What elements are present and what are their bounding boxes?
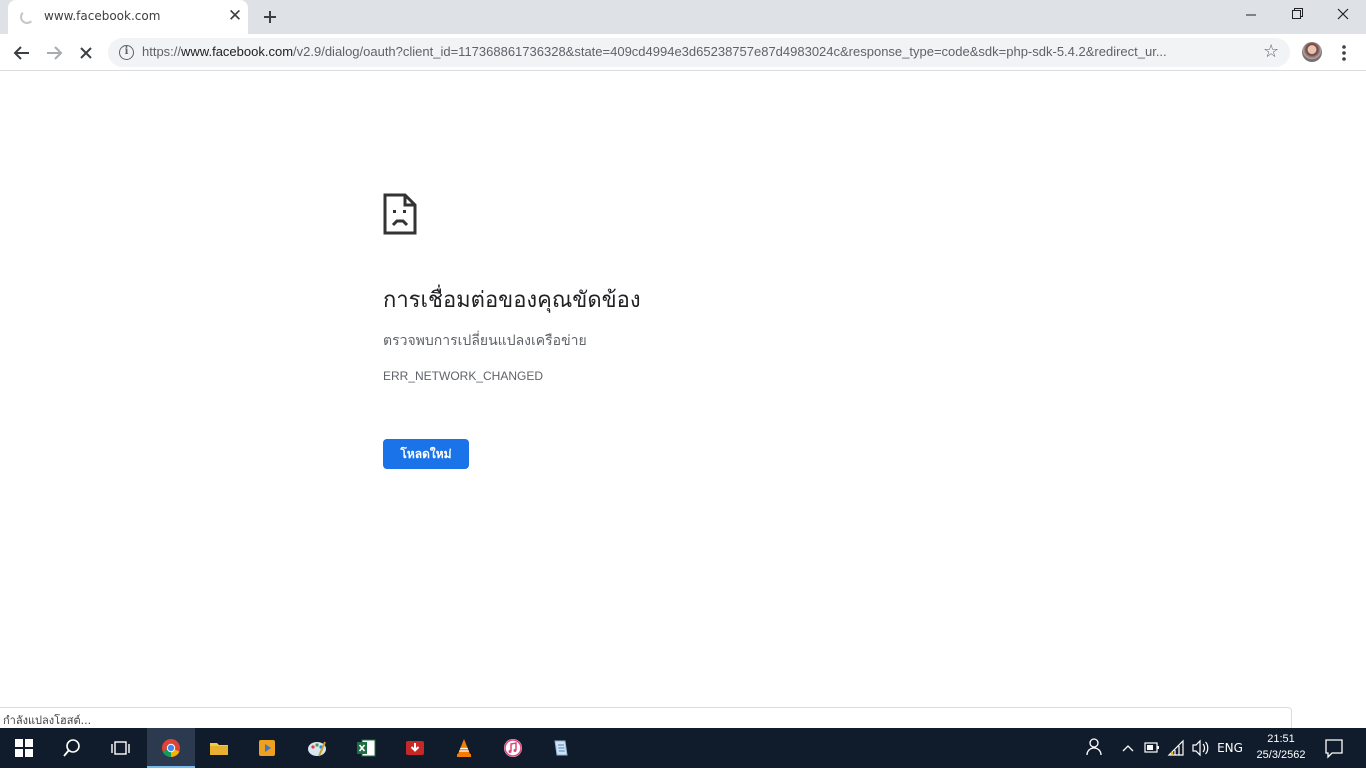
search-button[interactable] xyxy=(48,728,96,768)
download-manager-icon xyxy=(406,741,424,755)
itunes-icon xyxy=(504,739,522,757)
taskbar-vlc[interactable] xyxy=(440,728,488,768)
url-path: /v2.9/dialog/oauth?client_id=11736886173… xyxy=(293,44,1167,59)
restore-button[interactable] xyxy=(1274,0,1320,30)
taskbar-media-player[interactable] xyxy=(243,728,291,768)
stop-loading-button[interactable] xyxy=(72,39,100,67)
minimize-button[interactable] xyxy=(1228,0,1274,30)
people-button[interactable] xyxy=(1082,728,1104,768)
task-view-icon xyxy=(111,741,130,755)
taskbar-chrome[interactable] xyxy=(147,728,195,768)
taskbar-file-explorer[interactable] xyxy=(195,728,243,768)
back-button[interactable] xyxy=(8,39,36,67)
speaker-icon xyxy=(1192,739,1209,757)
url-scheme: https:// xyxy=(142,44,182,59)
task-view-button[interactable] xyxy=(96,728,144,768)
tab-facebook[interactable]: www.facebook.com ✕ xyxy=(8,0,248,34)
new-tab-button[interactable] xyxy=(258,5,282,29)
paint-icon xyxy=(308,741,326,757)
back-arrow-icon xyxy=(13,46,29,60)
media-player-icon xyxy=(259,740,275,756)
taskbar-notepad[interactable] xyxy=(537,728,585,768)
file-explorer-icon xyxy=(210,743,228,755)
error-code: ERR_NETWORK_CHANGED xyxy=(383,369,544,383)
tab-strip: www.facebook.com ✕ xyxy=(0,0,1366,34)
plus-icon xyxy=(264,11,276,23)
loading-spinner-icon xyxy=(20,10,34,24)
clock[interactable]: 21:51 25/3/2562 xyxy=(1252,731,1310,763)
browser-toolbar: i https://www.facebook.com/v2.9/dialog/o… xyxy=(0,34,1366,71)
close-icon xyxy=(1337,8,1349,20)
status-text: กำลังแปลงโฮสต์... xyxy=(3,714,92,727)
sad-page-icon xyxy=(383,193,417,235)
clock-date: 25/3/2562 xyxy=(1256,749,1306,761)
taskbar-excel[interactable] xyxy=(342,728,390,768)
url-host: www.facebook.com xyxy=(181,44,294,59)
vlc-icon xyxy=(457,739,471,757)
close-window-button[interactable] xyxy=(1320,0,1366,30)
battery-button[interactable] xyxy=(1142,728,1162,768)
notification-icon xyxy=(1325,739,1343,759)
restore-icon xyxy=(1292,8,1303,19)
error-heading: การเชื่อมต่อของคุณขัดข้อง xyxy=(383,288,641,313)
profile-avatar[interactable] xyxy=(1302,42,1322,62)
battery-icon xyxy=(1144,742,1159,753)
taskbar-paint[interactable] xyxy=(293,728,341,768)
show-hidden-icons-button[interactable] xyxy=(1118,728,1138,768)
taskbar: ENG 21:51 25/3/2562 xyxy=(0,728,1366,768)
action-center-button[interactable] xyxy=(1320,728,1348,768)
bookmark-star-icon[interactable]: ☆ xyxy=(1263,41,1279,63)
forward-button[interactable] xyxy=(40,39,68,67)
address-bar[interactable]: i https://www.facebook.com/v2.9/dialog/o… xyxy=(108,38,1290,67)
start-button[interactable] xyxy=(0,728,48,768)
tab-title: www.facebook.com xyxy=(44,9,161,23)
wifi-icon xyxy=(1167,739,1184,756)
language-indicator[interactable]: ENG xyxy=(1214,728,1246,768)
taskbar-itunes[interactable] xyxy=(489,728,537,768)
browser-menu-button[interactable] xyxy=(1334,39,1354,67)
site-info-icon[interactable]: i xyxy=(119,45,134,60)
status-bubble: กำลังแปลงโฮสต์... xyxy=(0,707,1292,728)
start-icon xyxy=(15,739,33,757)
url-text[interactable]: https://www.facebook.com/v2.9/dialog/oau… xyxy=(142,44,1252,59)
chrome-icon xyxy=(162,739,180,758)
people-icon xyxy=(1086,738,1102,756)
search-icon xyxy=(63,739,80,757)
more-vertical-icon xyxy=(1342,45,1346,61)
chevron-up-icon xyxy=(1122,745,1134,752)
error-description: ตรวจพบการเปลี่ยนแปลงเครือข่าย xyxy=(383,333,587,349)
forward-arrow-icon xyxy=(47,46,63,60)
reload-button[interactable]: โหลดใหม่ xyxy=(383,439,469,469)
taskbar-download-manager[interactable] xyxy=(391,728,439,768)
minimize-icon xyxy=(1246,14,1256,16)
volume-button[interactable] xyxy=(1190,728,1212,768)
notepad-icon xyxy=(554,740,568,756)
close-tab-icon[interactable]: ✕ xyxy=(225,6,245,26)
clock-time: 21:51 xyxy=(1267,733,1295,745)
stop-icon xyxy=(80,47,92,59)
network-button[interactable] xyxy=(1166,728,1186,768)
excel-icon xyxy=(357,739,376,757)
